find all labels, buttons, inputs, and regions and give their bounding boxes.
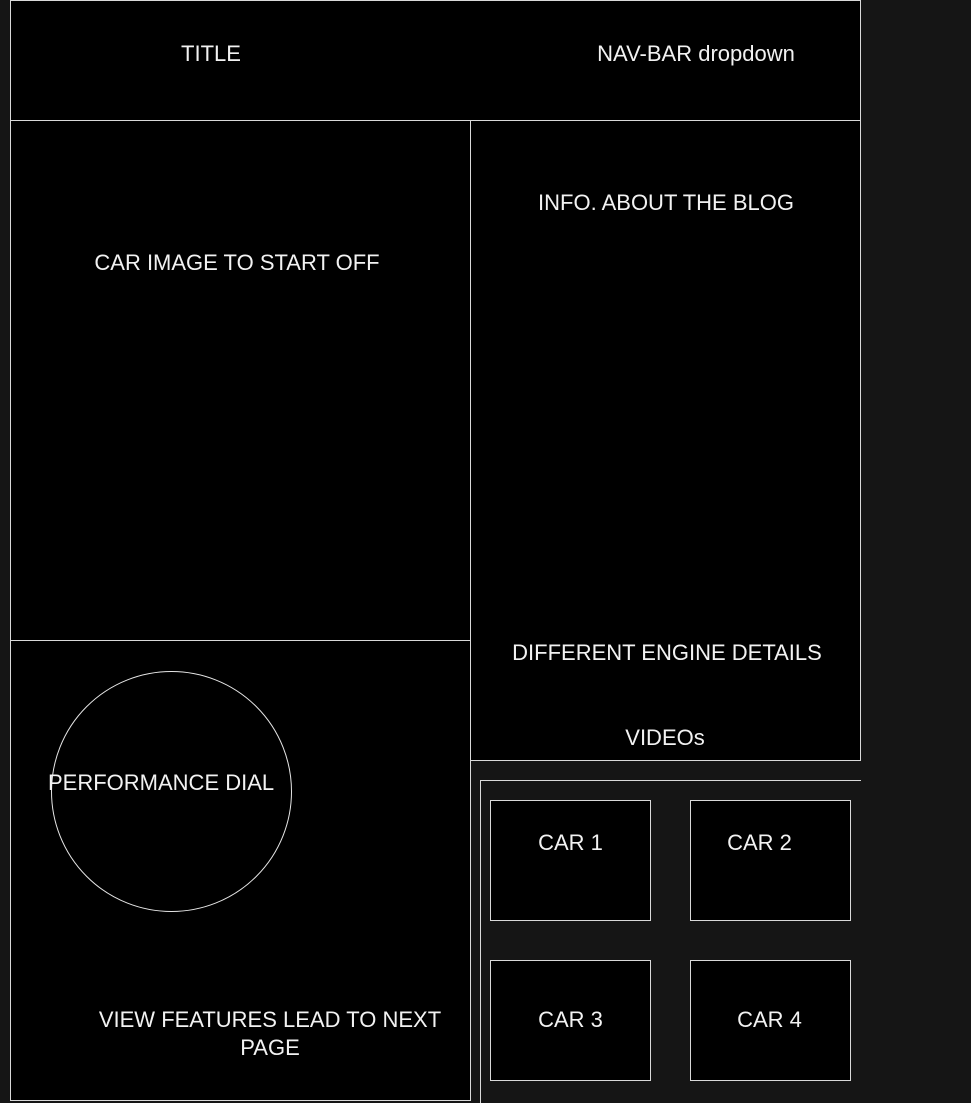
videos-frame-top [480, 780, 861, 781]
car-card-label: CAR 3 [538, 1007, 603, 1032]
car-card-1[interactable]: CAR 1 [490, 800, 651, 921]
car-card-label: CAR 1 [538, 830, 603, 855]
car-card-4[interactable]: CAR 4 [690, 960, 851, 1081]
engine-details-label: DIFFERENT ENGINE DETAILS [512, 640, 822, 665]
view-features-link-line2[interactable]: PAGE [240, 1034, 300, 1062]
view-features-link[interactable]: VIEW FEATURES LEAD TO NEXT [99, 1006, 441, 1034]
blog-info-section: INFO. ABOUT THE BLOG DIFFERENT ENGINE DE… [470, 120, 861, 761]
videos-label: VIDEOs [625, 725, 705, 750]
page-title: TITLE [181, 41, 241, 66]
car-card-3[interactable]: CAR 3 [490, 960, 651, 1081]
nav-bar-dropdown[interactable]: NAV-BAR dropdown [597, 40, 795, 68]
car-image-section: CAR IMAGE TO START OFF [10, 120, 471, 641]
car-card-label: CAR 2 [727, 830, 792, 855]
car-card-2[interactable]: CAR 2 [690, 800, 851, 921]
performance-dial-label: PERFORMANCE DIAL [48, 770, 275, 795]
blog-info-label: INFO. ABOUT THE BLOG [538, 190, 794, 215]
car-card-label: CAR 4 [737, 1007, 802, 1032]
car-image-label: CAR IMAGE TO START OFF [94, 250, 380, 275]
performance-section: PERFORMANCE DIAL VIEW FEATURES LEAD TO N… [10, 640, 471, 1101]
header-section: TITLE NAV-BAR dropdown [10, 0, 861, 121]
videos-frame-left [480, 780, 481, 1103]
